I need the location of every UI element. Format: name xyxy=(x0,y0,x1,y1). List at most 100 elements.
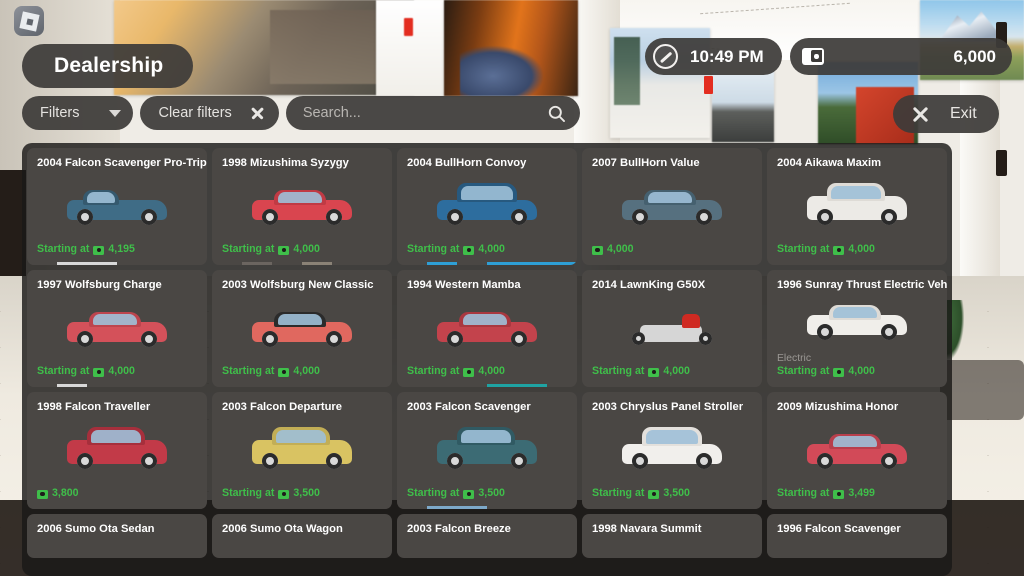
vehicle-card-title: 2014 LawnKing G50X xyxy=(582,270,762,292)
vehicle-card[interactable]: 2003 Falcon Departure Starting at3,500 xyxy=(212,392,392,509)
vehicle-price: Starting at4,000 xyxy=(222,243,382,257)
color-swatch xyxy=(517,384,547,387)
vehicle-thumbnail xyxy=(582,170,762,243)
fire-extinguisher-icon xyxy=(704,76,713,94)
filter-toolbar: Filters Clear filters xyxy=(22,96,580,130)
vehicle-card[interactable]: 1997 Wolfsburg ChargeStarting at4,000 xyxy=(27,270,207,387)
vehicle-name: 2003 Falcon Departure xyxy=(222,401,342,414)
color-swatch xyxy=(302,262,332,265)
vehicle-card-title: 2003 Falcon Departure xyxy=(212,392,392,414)
vehicle-price: Starting at4,000 xyxy=(407,365,567,379)
vehicle-card[interactable]: 1994 Western MambaStarting at4,000 xyxy=(397,270,577,387)
vehicle-card[interactable]: 1996 Falcon Scavenger xyxy=(767,514,947,558)
cash-icon xyxy=(648,368,659,377)
vehicle-card[interactable]: 2014 LawnKing G50XStarting at4,000 xyxy=(582,270,762,387)
color-swatch xyxy=(147,506,177,509)
cash-icon xyxy=(463,246,474,255)
color-swatch xyxy=(767,506,797,509)
search-icon[interactable] xyxy=(547,104,566,123)
vehicle-card[interactable]: 1998 Mizushima Syzygy Starting at4,000 xyxy=(212,148,392,265)
color-swatch xyxy=(397,506,427,509)
search-input[interactable] xyxy=(303,105,533,121)
color-swatch xyxy=(582,262,612,265)
vehicle-thumbnail xyxy=(27,292,207,365)
color-swatch xyxy=(397,384,427,387)
vehicle-render xyxy=(803,300,911,344)
color-swatch xyxy=(117,506,147,509)
vehicle-card[interactable]: 2004 Aikawa MaximStarting at4,000 xyxy=(767,148,947,265)
vehicle-card[interactable]: 2006 Sumo Ota Sedan xyxy=(27,514,207,558)
vehicle-card[interactable]: 2004 BullHorn ConvoyStarting at4,000 xyxy=(397,148,577,265)
color-swatch xyxy=(612,384,642,387)
vehicle-card[interactable]: 2003 Falcon Breeze xyxy=(397,514,577,558)
vehicle-name: 2004 BullHorn Convoy xyxy=(407,157,526,170)
vehicle-card[interactable]: 1996 Sunray Thrust Electric Vehicle Elect… xyxy=(767,270,947,387)
vehicle-card[interactable]: 1998 Navara Summit xyxy=(582,514,762,558)
clear-filters-label: Clear filters xyxy=(158,105,231,121)
color-swatch-strip xyxy=(582,262,762,265)
vehicle-card-title: 1996 Sunray Thrust Electric Vehicle xyxy=(767,270,947,292)
vehicle-thumbnail xyxy=(767,414,947,487)
vehicle-price: Starting at 3,500 xyxy=(592,487,752,501)
vehicle-render xyxy=(63,429,171,473)
color-swatch-strip xyxy=(27,384,207,387)
price-amount: 4,000 xyxy=(478,365,505,379)
page-title-label: Dealership xyxy=(54,54,163,78)
vehicle-render xyxy=(433,429,541,473)
vehicle-card[interactable]: 1998 Falcon Traveller3,800 xyxy=(27,392,207,509)
vehicle-price: Starting at4,000 xyxy=(222,365,382,379)
color-swatch xyxy=(672,262,702,265)
vehicle-name: 2004 Falcon Scavenger Pro-Trip xyxy=(37,157,207,170)
vehicle-card[interactable]: 2003 Falcon ScavengerStarting at3,500 xyxy=(397,392,577,509)
vehicle-card[interactable]: 2003 Wolfsburg New ClassicStarting at4,0… xyxy=(212,270,392,387)
wall-poster-blank xyxy=(376,0,448,96)
vehicle-card[interactable]: 2003 Chryslus Panel StrollerStarting at3… xyxy=(582,392,762,509)
vehicle-card[interactable]: 2004 Falcon Scavenger Pro-TripStarting a… xyxy=(27,148,207,265)
vehicle-name: 2009 Mizushima Honor xyxy=(777,401,898,414)
color-swatch xyxy=(272,506,302,509)
color-swatch xyxy=(332,262,362,265)
clear-filters-button[interactable]: Clear filters xyxy=(140,96,278,130)
color-swatch xyxy=(732,384,762,387)
roblox-logo-icon[interactable] xyxy=(14,6,44,36)
wallet-icon xyxy=(802,48,824,65)
color-swatch xyxy=(57,262,87,265)
price-prefix-label: Starting at xyxy=(592,487,644,501)
price-amount: 3,500 xyxy=(478,487,505,501)
color-swatch xyxy=(362,262,392,265)
color-swatch xyxy=(427,262,457,265)
vehicle-card-title: 1998 Mizushima Syzygy xyxy=(212,148,392,170)
price-amount: 4,000 xyxy=(478,243,505,257)
color-swatch xyxy=(362,384,392,387)
price-amount: 3,499 xyxy=(848,487,875,501)
vehicle-card-footer: ElectricStarting at4,000 xyxy=(767,352,947,387)
exit-button[interactable]: Exit xyxy=(893,95,999,133)
vehicle-card-title: 2003 Falcon Breeze xyxy=(397,514,577,536)
cash-icon xyxy=(463,368,474,377)
vehicle-card-title: 1997 Wolfsburg Charge xyxy=(27,270,207,292)
vehicle-card-title: 1996 Falcon Scavenger xyxy=(767,514,947,536)
vehicle-price: Starting at3,500 xyxy=(222,487,382,501)
vehicle-thumbnail xyxy=(27,170,207,243)
price-amount: 4,000 xyxy=(848,365,875,379)
vehicle-card[interactable]: 2007 BullHorn Value4,000 xyxy=(582,148,762,265)
search-box[interactable] xyxy=(286,96,580,130)
color-swatch xyxy=(212,506,242,509)
vehicle-catalog-panel[interactable]: 2004 Falcon Scavenger Pro-Trip Starting a… xyxy=(22,143,952,576)
price-amount: 4,000 xyxy=(108,365,135,379)
fire-extinguisher-icon xyxy=(404,18,413,36)
vehicle-card-title: 1998 Falcon Traveller xyxy=(27,392,207,414)
cash-icon xyxy=(93,246,104,255)
price-amount: 3,500 xyxy=(663,487,690,501)
color-swatch xyxy=(857,262,887,265)
color-swatch xyxy=(457,506,487,509)
color-swatch xyxy=(767,384,797,387)
cash-icon xyxy=(37,490,48,499)
vehicle-card[interactable]: 2006 Sumo Ota Wagon xyxy=(212,514,392,558)
price-amount: 4,000 xyxy=(848,243,875,257)
filters-dropdown[interactable]: Filters xyxy=(22,96,133,130)
price-amount: 4,000 xyxy=(293,365,320,379)
color-swatch xyxy=(117,384,147,387)
vehicle-card[interactable]: 2009 Mizushima HonorStarting at3,499 xyxy=(767,392,947,509)
color-swatch xyxy=(457,262,487,265)
